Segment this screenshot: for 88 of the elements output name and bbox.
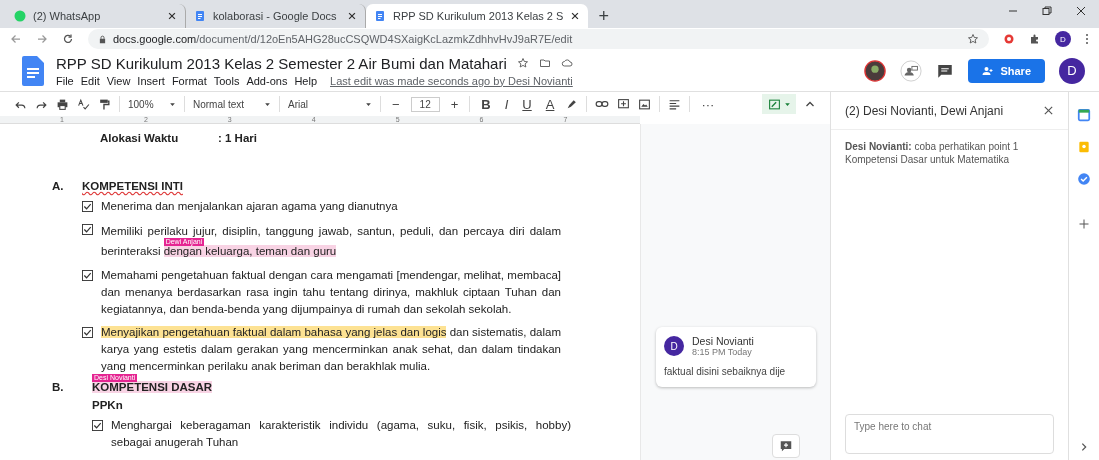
close-icon[interactable]: [167, 11, 177, 21]
present-to-meeting-icon[interactable]: [900, 59, 923, 82]
image-icon[interactable]: [638, 97, 652, 111]
list-item-text: Menerima dan menjalankan ajaran agama yang dianutnya: [101, 199, 399, 214]
menu-item[interactable]: Tools: [213, 74, 240, 87]
spellcheck-icon[interactable]: [77, 97, 90, 111]
person-icon: [982, 64, 995, 77]
last-edit-link[interactable]: Last edit was made seconds ago by Desi Novianti: [330, 74, 573, 87]
star-icon[interactable]: [967, 33, 979, 45]
folder-icon[interactable]: [538, 57, 551, 69]
format-button[interactable]: A: [542, 96, 558, 112]
close-icon[interactable]: [1043, 105, 1054, 116]
menu-item[interactable]: Edit: [80, 74, 100, 87]
document-title[interactable]: RPP SD Kurikulum 2013 Kelas 2 Semester 2 Air Bumi dan Matahari: [56, 54, 507, 72]
cloud-icon: [560, 57, 573, 69]
back-arrow-icon[interactable]: [10, 33, 22, 45]
caret-icon: [783, 100, 791, 108]
menu-item[interactable]: Add-ons: [246, 74, 288, 87]
add-comment-icon: [779, 439, 793, 453]
increase-size-button[interactable]: +: [447, 96, 462, 112]
chevron-right-icon[interactable]: [1079, 442, 1089, 452]
share-button[interactable]: Share: [968, 58, 1045, 83]
comment-author: Desi Novianti: [692, 335, 754, 347]
calendar-icon[interactable]: [1077, 108, 1091, 122]
field-label: Alokasi Waktu: [100, 132, 180, 144]
style-dropdown[interactable]: Normal text: [193, 98, 271, 110]
menu-item[interactable]: Help: [294, 74, 317, 87]
document-icon: [374, 10, 386, 22]
restore-icon[interactable]: [1041, 5, 1053, 17]
more-vertical-icon[interactable]: [1085, 33, 1089, 45]
extension-icon[interactable]: [1003, 33, 1015, 45]
list-item-text: Menghargai keberagaman karakteristik individu (agama, suku, fisik, psikis, hobby) sebagai anugerah Tuhan: [111, 418, 571, 450]
comment-card[interactable]: D Desi Novianti 8:15 PM Today faktual disini sebaiknya dije: [656, 327, 816, 387]
field-value: : 1 Hari: [218, 132, 257, 144]
browser-tab[interactable]: RPP SD Kurikulum 2013 Kelas 2 S: [366, 4, 589, 28]
format-button[interactable]: U: [519, 96, 535, 112]
section-heading: KOMPETENSI INTI: [82, 180, 183, 192]
add-comment-icon[interactable]: [617, 97, 631, 111]
caret-icon: [169, 100, 176, 108]
font-dropdown[interactable]: Arial: [288, 98, 372, 110]
section-letter: A.: [52, 180, 65, 192]
account-avatar[interactable]: D: [1059, 57, 1085, 84]
zoom-dropdown[interactable]: 100%: [128, 98, 176, 110]
new-tab-button[interactable]: +: [588, 4, 619, 28]
chat-input[interactable]: Type here to chat: [845, 414, 1054, 454]
print-icon[interactable]: [56, 97, 69, 111]
decrease-size-button[interactable]: −: [389, 96, 403, 112]
list-item-text: Memahami pengetahuan faktual dengan cara mengamati [mendengar, melihat, membaca] dan menanya berdasarkan rasa ingin tahu tentang dirinya, makhluk ciptaan Tuhan dan kegiatannya, dan benda-benda yang dijumpainya di rumah dan sekolah sekolah.: [101, 268, 561, 317]
close-icon[interactable]: [347, 11, 357, 21]
forward-arrow-icon[interactable]: [36, 33, 48, 45]
editing-mode-button[interactable]: [762, 94, 796, 114]
paint-format-icon[interactable]: [98, 97, 111, 111]
chat-message: Desi Novianti: coba perhatikan point 1 Kompetensi Dasar untuk Matematika: [845, 140, 1020, 166]
reload-icon[interactable]: [62, 33, 74, 45]
subheading: PPKn: [91, 399, 124, 411]
caret-icon: [264, 100, 271, 108]
tasks-icon[interactable]: [1077, 172, 1091, 186]
lock-icon: [98, 34, 107, 44]
address-bar[interactable]: docs.google.com/document/d/12oEn5AHG28ucCSQWD4SXaigKcLazmkZdhhvHvJ9aR7E/edit: [88, 29, 989, 49]
section-heading: KOMPETENSI DASAR: [92, 381, 213, 393]
chat-title: (2) Desi Novianti, Dewi Anjani: [845, 103, 1004, 118]
more-button[interactable]: ···: [698, 96, 718, 112]
add-icon[interactable]: [1078, 218, 1090, 230]
format-button[interactable]: B: [478, 96, 494, 112]
close-icon[interactable]: [1075, 5, 1087, 17]
profile-avatar[interactable]: D: [1055, 31, 1071, 47]
comment-time: 8:15 PM Today: [692, 347, 753, 357]
comment-avatar: D: [664, 336, 684, 356]
menu-item[interactable]: File: [56, 74, 74, 87]
close-icon[interactable]: [570, 11, 581, 21]
align-left-icon[interactable]: [668, 97, 682, 111]
section-letter: B.: [52, 381, 65, 393]
list-item-text: Menyajikan pengetahuan faktual dalam bahasa yang jelas dan logis dan sistematis, dalam karya yang estetis dalam gerakan yang mencerminkan anak sehat, dan dalam tindakan yang mencerminkan perilaku anak beriman dan berakhlak mulia.: [101, 325, 561, 374]
add-comment-button[interactable]: [772, 434, 800, 458]
caret-icon: [365, 100, 372, 108]
menu-item[interactable]: Insert: [137, 74, 165, 87]
font-size-field[interactable]: 12: [410, 96, 440, 112]
document-icon: [194, 10, 206, 22]
format-button[interactable]: I: [501, 96, 512, 112]
user-avatar-icon[interactable]: [864, 59, 887, 82]
menu-item[interactable]: View: [106, 74, 131, 87]
highlighter-icon[interactable]: [565, 97, 579, 111]
comment-text: faktual disini sebaiknya dije: [664, 366, 786, 377]
menu-item[interactable]: Format: [171, 74, 207, 87]
pencil-icon: [767, 97, 781, 111]
puzzle-icon[interactable]: [1029, 33, 1041, 45]
star-icon[interactable]: [516, 57, 529, 69]
docs-logo-icon[interactable]: [22, 55, 44, 86]
